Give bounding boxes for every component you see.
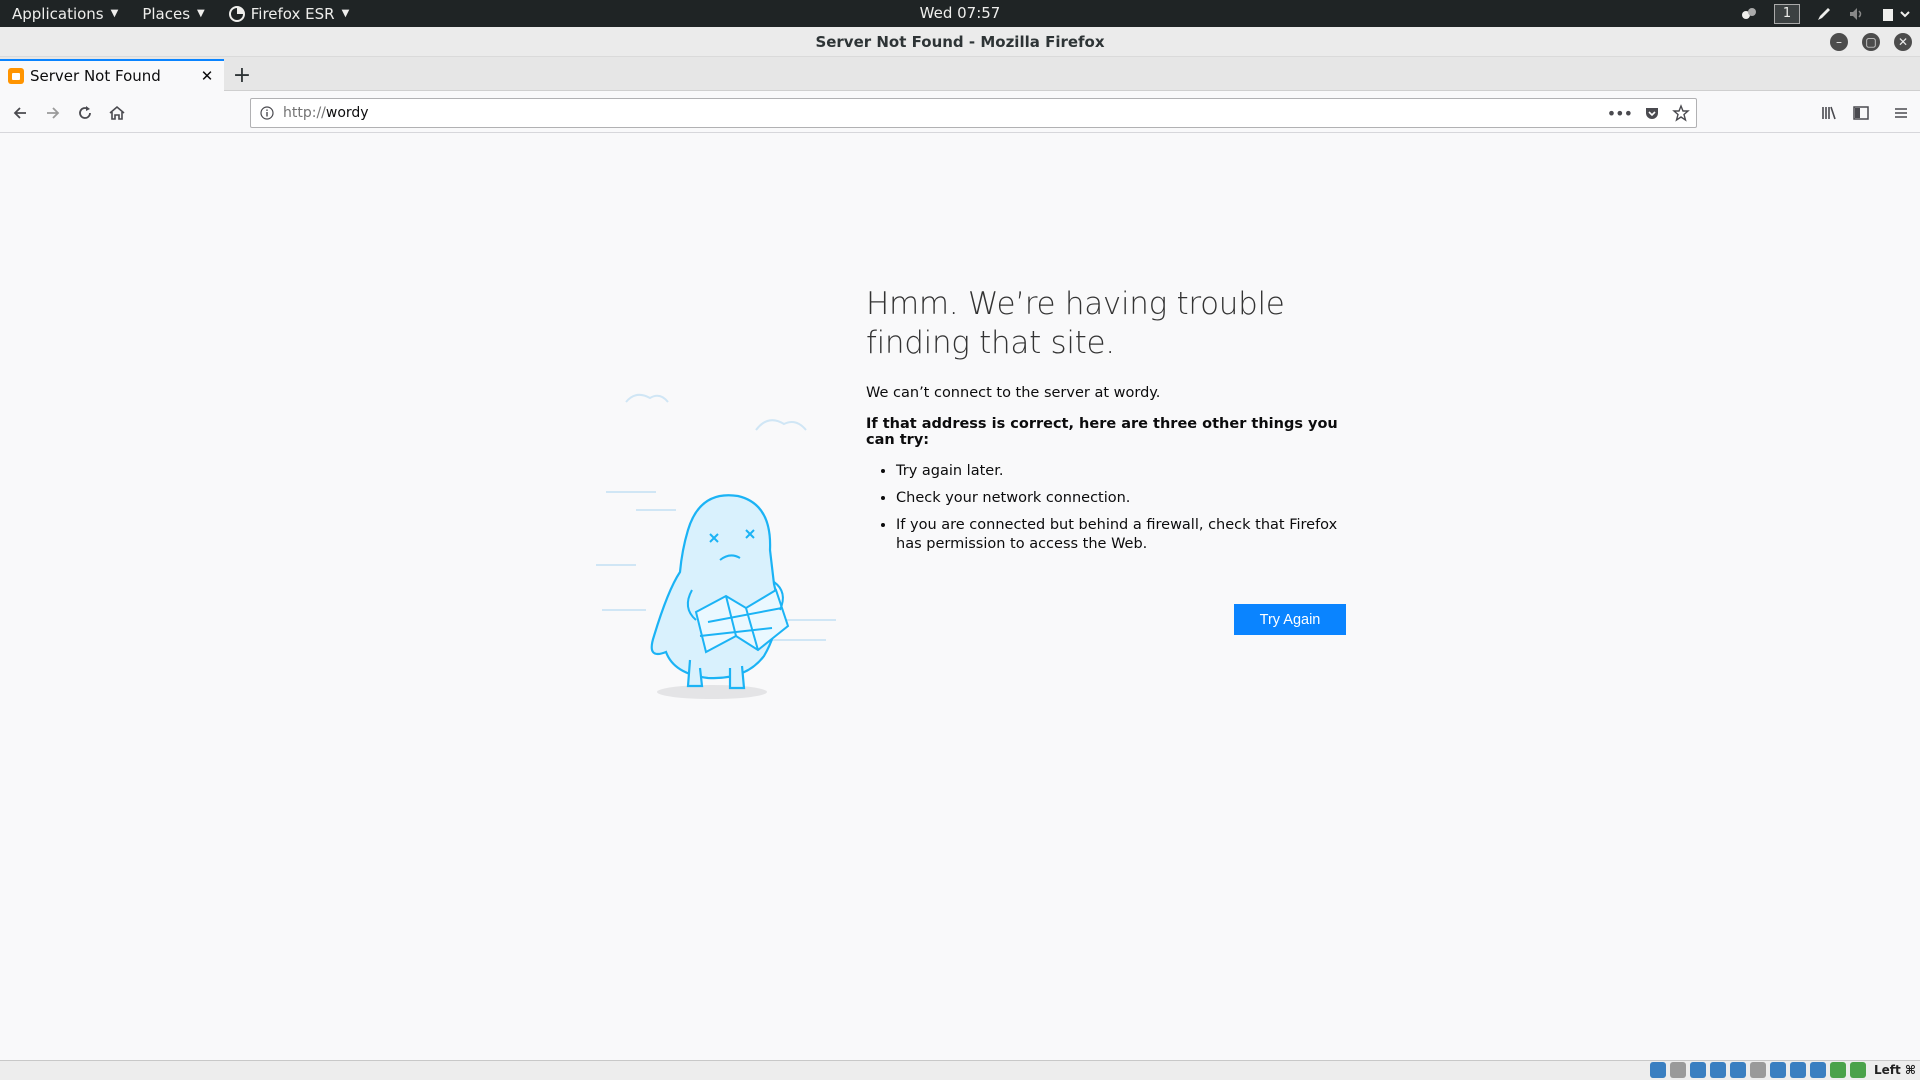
applications-menu-label: Applications <box>12 4 104 23</box>
audio-icon[interactable] <box>1689 1062 1706 1078</box>
home-icon <box>109 105 125 120</box>
open-menu-button[interactable] <box>1888 100 1914 126</box>
mouse-integration-icon[interactable] <box>1849 1062 1866 1078</box>
minimize-button[interactable]: – <box>1830 33 1848 51</box>
places-menu-label: Places <box>142 4 191 23</box>
sidebar-toggle-button[interactable] <box>1848 100 1874 126</box>
pen-icon[interactable] <box>1816 6 1832 22</box>
minimize-icon: – <box>1836 35 1842 49</box>
back-arrow-icon <box>13 107 26 119</box>
usb-icon[interactable] <box>1729 1062 1746 1078</box>
error-message-container: Hmm. We’re having trouble finding that s… <box>866 285 1346 562</box>
system-top-bar: Applications ▼ Places ▼ Firefox ESR ▼ We… <box>0 0 1920 27</box>
close-window-button[interactable]: ✕ <box>1894 33 1912 51</box>
firefox-icon <box>228 5 245 22</box>
pocket-icon[interactable] <box>1644 105 1660 121</box>
workspace-switcher-icon[interactable] <box>1740 6 1758 22</box>
cpu-icon[interactable] <box>1809 1062 1826 1078</box>
plus-icon: + <box>232 62 252 88</box>
caret-down-icon: ▼ <box>341 8 350 19</box>
url-host: wordy <box>325 105 369 121</box>
home-button[interactable] <box>104 100 130 126</box>
library-button[interactable] <box>1816 100 1842 126</box>
page-content <box>0 133 1920 1060</box>
maximize-icon: ▢ <box>1865 35 1877 49</box>
optical-drive-icon[interactable] <box>1669 1062 1686 1078</box>
list-item: Check your network connection. <box>896 489 1346 508</box>
display-icon[interactable] <box>1769 1062 1786 1078</box>
list-item: If you are connected but behind a firewa… <box>896 516 1346 554</box>
close-tab-button[interactable]: ✕ <box>196 65 218 87</box>
back-button[interactable] <box>7 100 33 126</box>
window-title-bar[interactable]: Server Not Found - Mozilla Firefox – ▢ ✕ <box>0 27 1920 57</box>
host-key-label: Left ⌘ <box>1873 1063 1916 1077</box>
suggestions-heading: If that address is correct, here are thr… <box>866 416 1338 448</box>
sidebar-icon <box>1853 106 1869 120</box>
system-tray: 1 <box>1740 0 1910 27</box>
vm-status-bar: Left ⌘ <box>0 1060 1920 1080</box>
url-scheme: http:// <box>283 105 326 121</box>
maximize-button[interactable]: ▢ <box>1862 33 1880 51</box>
network-icon[interactable] <box>1709 1062 1726 1078</box>
applications-menu[interactable]: Applications ▼ <box>0 0 130 27</box>
workspace-indicator[interactable]: 1 <box>1774 3 1800 24</box>
list-item: Try again later. <box>896 462 1346 481</box>
page-actions-menu-icon[interactable]: ••• <box>1607 104 1633 123</box>
firefox-app-menu[interactable]: Firefox ESR ▼ <box>217 0 362 27</box>
error-title: Hmm. We’re having trouble finding that s… <box>866 286 1285 361</box>
hamburger-menu-icon <box>1895 108 1907 118</box>
close-icon: ✕ <box>200 67 214 85</box>
guest-additions-icon[interactable] <box>1829 1062 1846 1078</box>
shared-folders-icon[interactable] <box>1749 1062 1766 1078</box>
warning-favicon-icon <box>8 68 24 84</box>
power-menu-icon[interactable] <box>1882 6 1910 22</box>
error-description: We can’t connect to the server at wordy. <box>866 385 1161 401</box>
caret-down-icon: ▼ <box>197 8 205 19</box>
video-capture-icon[interactable] <box>1789 1062 1806 1078</box>
navigation-toolbar: http://wordy ••• <box>0 91 1920 133</box>
info-icon <box>260 106 274 120</box>
page-actions: ••• <box>1607 104 1696 123</box>
tab-label: Server Not Found <box>30 67 161 85</box>
suggestions-list: Try again later. Check your network conn… <box>866 462 1346 554</box>
close-icon: ✕ <box>1897 35 1909 49</box>
volume-icon[interactable] <box>1848 6 1866 22</box>
site-info-button[interactable] <box>251 106 283 120</box>
forward-arrow-icon <box>47 107 60 119</box>
forward-button[interactable] <box>40 100 66 126</box>
window-title: Server Not Found - Mozilla Firefox <box>815 32 1105 51</box>
url-bar[interactable]: http://wordy ••• <box>250 98 1697 128</box>
reload-icon <box>79 106 91 119</box>
hard-disk-icon[interactable] <box>1649 1062 1666 1078</box>
bookmark-star-icon[interactable] <box>1672 104 1690 122</box>
places-menu[interactable]: Places ▼ <box>130 0 216 27</box>
new-tab-button[interactable]: + <box>230 62 254 88</box>
firefox-app-menu-label: Firefox ESR <box>250 4 335 23</box>
reload-button[interactable] <box>72 100 98 126</box>
url-input[interactable]: http://wordy <box>283 105 1607 121</box>
try-again-button[interactable]: Try Again <box>1234 604 1346 635</box>
caret-down-icon: ▼ <box>110 8 119 19</box>
window-controls: – ▢ ✕ <box>1830 33 1912 51</box>
lost-dinosaur-illustration <box>596 393 836 699</box>
vm-status-icons: Left ⌘ <box>1649 1062 1916 1078</box>
tab-server-not-found[interactable]: Server Not Found ✕ <box>0 59 224 91</box>
library-icon <box>1822 106 1836 120</box>
tab-strip: Server Not Found ✕ + <box>0 57 1920 91</box>
